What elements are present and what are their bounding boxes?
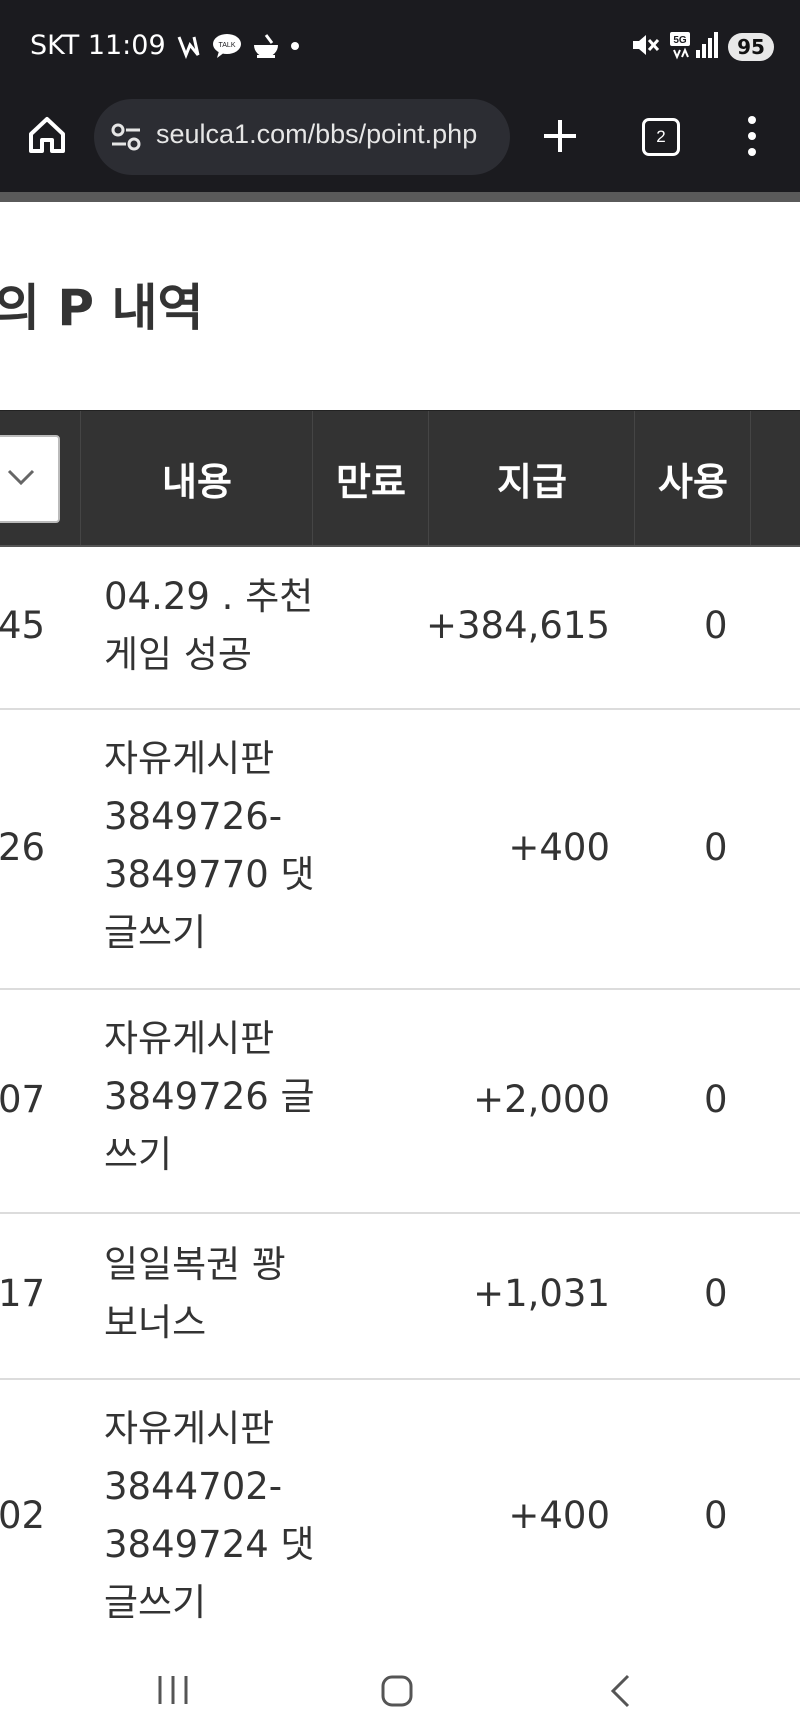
system-nav-bar: [0, 1632, 800, 1734]
notification-dot-icon: [290, 41, 300, 51]
row-use: 0: [704, 826, 728, 869]
page-title: 의 P 내역: [0, 279, 204, 337]
home-nav-button[interactable]: [380, 1674, 414, 1712]
row-give: +1,031: [473, 1272, 610, 1315]
5g-signal-icon: 5G: [670, 30, 718, 64]
new-tab-button[interactable]: [540, 116, 580, 156]
home-button[interactable]: [26, 114, 68, 156]
row-content: 자유게시판 3849726 글쓰기: [104, 1017, 315, 1176]
row-use: 0: [704, 1272, 728, 1315]
back-nav-button[interactable]: [608, 1674, 632, 1712]
header-content: 내용: [80, 411, 313, 545]
table-row: 26 자유게시판 3849726-3849770 댓글쓰기 +400 0: [0, 710, 800, 990]
row-id: 07: [0, 1078, 46, 1121]
kakaotalk-icon: TALK: [212, 33, 242, 59]
row-use: 0: [704, 1078, 728, 1121]
mute-icon: [630, 31, 660, 63]
tab-switcher-button[interactable]: 2: [642, 118, 680, 156]
status-bar: SKT 11:09 TALK 5G 95: [0, 0, 800, 96]
page-load-bar: [0, 192, 800, 202]
chevron-down-icon: [7, 469, 35, 486]
header-give: 지급: [428, 411, 635, 545]
battery-indicator: 95: [728, 33, 774, 61]
row-give: +400: [508, 826, 610, 869]
header-use: 사용: [634, 411, 751, 545]
row-content: 자유게시판 3849726-3849770 댓글쓰기: [104, 737, 315, 954]
row-id: 02: [0, 1494, 46, 1537]
row-use: 0: [704, 1494, 728, 1537]
browser-toolbar: seulca1.com/bbs/point.php 2: [0, 96, 800, 192]
row-give: +2,000: [473, 1078, 610, 1121]
header-expire: 만료: [312, 411, 429, 545]
site-settings-icon[interactable]: [110, 121, 142, 153]
row-content: 자유게시판 3844702-3849724 댓글쓰기: [104, 1407, 315, 1624]
more-menu-icon[interactable]: [744, 114, 760, 158]
url-text: seulca1.com/bbs/point.php: [156, 119, 478, 149]
carrier-time: SKT 11:09: [30, 30, 166, 61]
filter-select[interactable]: [0, 435, 60, 523]
table-row: 07 자유게시판 3849726 글쓰기 +2,000 0: [0, 990, 800, 1214]
row-give: +384,615: [425, 604, 610, 647]
recent-apps-button[interactable]: [156, 1674, 190, 1710]
header-extra: [750, 411, 800, 545]
table-row: 45 04.29 . 추천게임 성공 +384,615 0: [0, 546, 800, 710]
row-content: 04.29 . 추천게임 성공: [104, 575, 314, 676]
svg-text:TALK: TALK: [218, 42, 235, 49]
row-content: 일일복권 꽝 보너스: [104, 1243, 286, 1344]
bowl-app-icon: [252, 33, 280, 59]
row-id: 17: [0, 1272, 46, 1315]
table-header: 내용 만료 지급 사용: [0, 410, 800, 547]
signal-boost-icon: [176, 33, 202, 59]
row-id: 26: [0, 826, 46, 869]
address-bar[interactable]: seulca1.com/bbs/point.php: [94, 99, 510, 175]
row-use: 0: [704, 604, 728, 647]
row-id: 45: [0, 604, 46, 647]
table-row: 17 일일복권 꽝 보너스 +1,031 0: [0, 1214, 800, 1380]
row-give: +400: [508, 1494, 610, 1537]
svg-text:5G: 5G: [673, 35, 687, 46]
